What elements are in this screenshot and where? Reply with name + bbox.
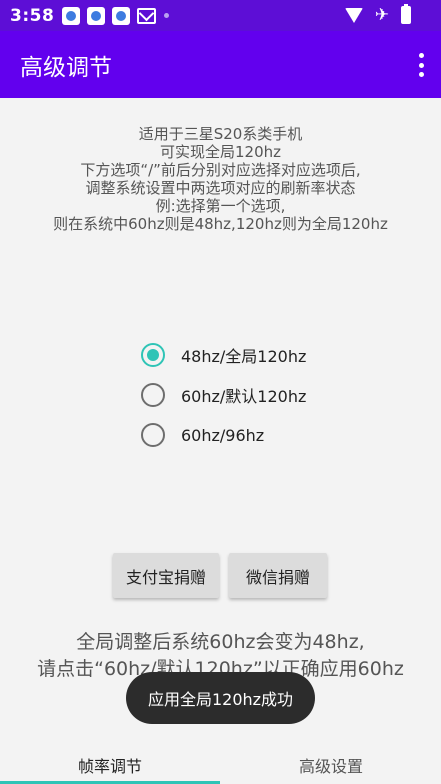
radio-label: 60hz/96hz <box>181 425 265 445</box>
toast-message: 应用全局120hz成功 <box>126 672 315 724</box>
battery-charging-icon <box>401 4 411 24</box>
wifi-icon <box>344 7 363 23</box>
radio-label: 48hz/全局120hz <box>181 347 307 366</box>
notice-line: 全局调整后系统60hz会变为48hz, <box>76 631 365 653</box>
radio-button[interactable] <box>141 423 165 447</box>
airplane-icon: ✈ <box>374 5 389 25</box>
bottom-navigation: 帧率调节 高级设置 <box>0 745 441 784</box>
status-bar: 3:58 ✈ <box>0 0 441 31</box>
description-line: 例:选择第一个选项, <box>155 197 286 215</box>
description-line: 则在系统中60hz则是48hz,120hz则为全局120hz <box>53 215 388 233</box>
radio-option-60hz-96hz[interactable]: 60hz/96hz <box>141 415 306 455</box>
radio-option-60hz-default[interactable]: 60hz/默认120hz <box>141 375 306 415</box>
more-vert-icon[interactable] <box>415 51 427 79</box>
radio-button[interactable] <box>141 383 165 407</box>
baidu-notification-icon <box>112 6 131 25</box>
tab-advanced-settings[interactable]: 高级设置 <box>221 745 441 784</box>
description-text: 适用于三星S20系类手机 可实现全局120hz 下方选项“/”前后分别对应选择对… <box>0 125 441 233</box>
dot-icon <box>164 13 170 18</box>
description-line: 适用于三星S20系类手机 <box>138 125 303 143</box>
wechat-donate-button[interactable]: 微信捐赠 <box>229 553 327 598</box>
description-line: 下方选项“/”前后分别对应选择对应选项后, <box>80 161 361 179</box>
tab-frame-rate[interactable]: 帧率调节 <box>0 745 220 784</box>
baidu-notification-icon <box>87 6 106 25</box>
radio-button-checked[interactable] <box>141 343 165 367</box>
mail-icon <box>137 7 157 24</box>
description-line: 调整系统设置中两选项对应的刷新率状态 <box>85 179 356 197</box>
app-bar: 高级调节 <box>0 31 441 98</box>
refresh-rate-radio-group: 48hz/全局120hz 60hz/默认120hz 60hz/96hz <box>141 335 306 455</box>
baidu-notification-icon <box>62 6 81 25</box>
radio-label: 60hz/默认120hz <box>181 387 307 406</box>
description-line: 可实现全局120hz <box>159 143 281 161</box>
status-time: 3:58 <box>10 5 55 26</box>
app-title: 高级调节 <box>20 54 112 81</box>
radio-option-48hz[interactable]: 48hz/全局120hz <box>141 335 306 375</box>
alipay-donate-button[interactable]: 支付宝捐赠 <box>113 553 219 598</box>
